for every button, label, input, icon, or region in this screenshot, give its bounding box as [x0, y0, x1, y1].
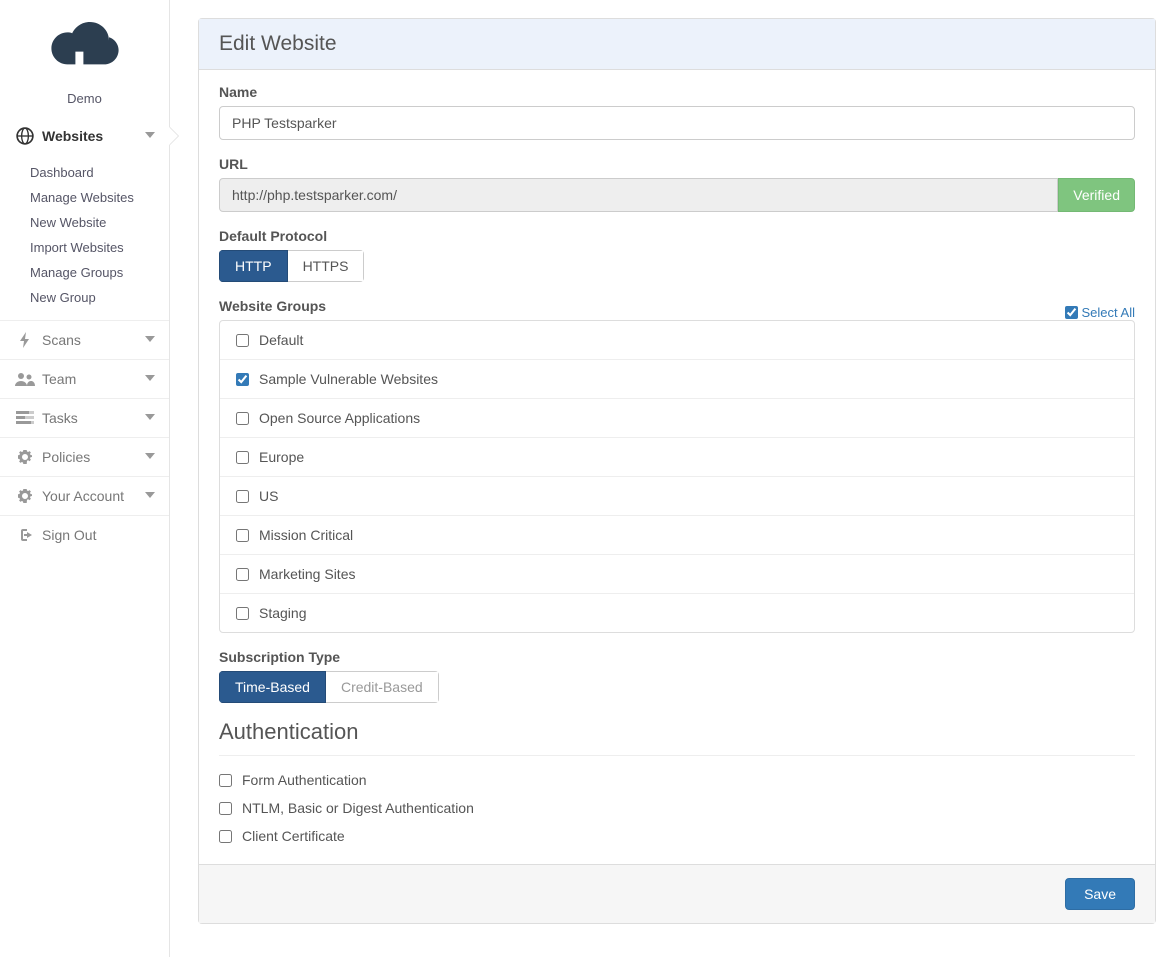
auth-checkbox[interactable]	[219, 802, 232, 815]
group-row[interactable]: Default	[220, 321, 1134, 360]
nav-label: Scans	[42, 332, 145, 348]
chevron-down-icon	[145, 372, 155, 386]
select-all-checkbox[interactable]	[1065, 306, 1078, 319]
subscription-label: Subscription Type	[219, 649, 1135, 665]
sign-out-icon	[14, 527, 36, 543]
nav-item-websites[interactable]: Websites	[0, 116, 169, 156]
group-label: Marketing Sites	[259, 566, 355, 582]
sign-out-label: Sign Out	[42, 527, 155, 543]
chevron-down-icon	[145, 489, 155, 503]
tasks-icon	[14, 411, 36, 425]
group-label: Sample Vulnerable Websites	[259, 371, 438, 387]
name-input[interactable]	[219, 106, 1135, 140]
chevron-down-icon	[145, 333, 155, 347]
group-checkbox[interactable]	[236, 451, 249, 464]
auth-option[interactable]: Form Authentication	[219, 766, 1135, 794]
auth-checkbox[interactable]	[219, 774, 232, 787]
group-checkbox[interactable]	[236, 568, 249, 581]
nav-label: Your Account	[42, 488, 145, 504]
select-all-label: Select All	[1082, 305, 1135, 320]
nav-sub-new-group[interactable]: New Group	[0, 285, 169, 310]
logo	[0, 18, 169, 91]
auth-option[interactable]: Client Certificate	[219, 822, 1135, 850]
group-checkbox[interactable]	[236, 490, 249, 503]
gear-icon	[14, 449, 36, 465]
chevron-down-icon	[145, 450, 155, 464]
verified-badge: Verified	[1058, 178, 1135, 212]
group-label: US	[259, 488, 278, 504]
group-checkbox[interactable]	[236, 412, 249, 425]
nav-item-policies[interactable]: Policies	[0, 438, 169, 476]
group-checkbox[interactable]	[236, 334, 249, 347]
users-icon	[14, 371, 36, 387]
nav-sub-manage-websites[interactable]: Manage Websites	[0, 185, 169, 210]
nav-item-scans[interactable]: Scans	[0, 321, 169, 359]
sign-out[interactable]: Sign Out	[0, 516, 169, 554]
auth-label: Form Authentication	[242, 772, 367, 788]
groups-label: Website Groups	[219, 298, 326, 314]
group-row[interactable]: Europe	[220, 438, 1134, 477]
edit-website-panel: Edit Website Name URL Verified Default P…	[198, 18, 1156, 924]
nav-sub-manage-groups[interactable]: Manage Groups	[0, 260, 169, 285]
auth-label: NTLM, Basic or Digest Authentication	[242, 800, 474, 816]
divider	[219, 755, 1135, 756]
cloud-logo-icon	[44, 18, 126, 74]
group-row[interactable]: Marketing Sites	[220, 555, 1134, 594]
save-button[interactable]: Save	[1065, 878, 1135, 910]
gear-icon	[14, 488, 36, 504]
globe-icon	[14, 127, 36, 145]
nav-item-tasks[interactable]: Tasks	[0, 399, 169, 437]
groups-list[interactable]: Default Sample Vulnerable Websites Open So…	[219, 320, 1135, 633]
page-title: Edit Website	[199, 19, 1155, 70]
chevron-down-icon	[145, 129, 155, 143]
group-checkbox[interactable]	[236, 607, 249, 620]
brand-label: Demo	[0, 91, 169, 106]
nav-sub-import-websites[interactable]: Import Websites	[0, 235, 169, 260]
group-row[interactable]: US	[220, 477, 1134, 516]
name-label: Name	[219, 84, 1135, 100]
group-row[interactable]: Open Source Applications	[220, 399, 1134, 438]
group-checkbox[interactable]	[236, 529, 249, 542]
nav-item-team[interactable]: Team	[0, 360, 169, 398]
group-label: Default	[259, 332, 303, 348]
url-label: URL	[219, 156, 1135, 172]
nav-item-your-account[interactable]: Your Account	[0, 477, 169, 515]
group-row[interactable]: Sample Vulnerable Websites	[220, 360, 1134, 399]
auth-option[interactable]: NTLM, Basic or Digest Authentication	[219, 794, 1135, 822]
auth-label: Client Certificate	[242, 828, 345, 844]
nav-label: Team	[42, 371, 145, 387]
nav-label: Policies	[42, 449, 145, 465]
subscription-time-based-button[interactable]: Time-Based	[219, 671, 326, 703]
nav-label: Websites	[42, 128, 145, 144]
select-all[interactable]: Select All	[1065, 305, 1135, 320]
auth-checkbox[interactable]	[219, 830, 232, 843]
chevron-down-icon	[145, 411, 155, 425]
nav-sub-new-website[interactable]: New Website	[0, 210, 169, 235]
url-input	[219, 178, 1058, 212]
main-content: Edit Website Name URL Verified Default P…	[170, 0, 1170, 957]
protocol-https-button[interactable]: HTTPS	[288, 250, 365, 282]
group-row[interactable]: Staging	[220, 594, 1134, 632]
group-label: Staging	[259, 605, 306, 621]
protocol-label: Default Protocol	[219, 228, 1135, 244]
auth-heading: Authentication	[219, 719, 1135, 745]
subscription-credit-based-button[interactable]: Credit-Based	[326, 671, 439, 703]
subscription-toggle: Time-BasedCredit-Based	[219, 671, 439, 703]
protocol-toggle: HTTPHTTPS	[219, 250, 364, 282]
sidebar: Demo WebsitesDashboardManage WebsitesNew…	[0, 0, 170, 957]
protocol-http-button[interactable]: HTTP	[219, 250, 288, 282]
group-label: Europe	[259, 449, 304, 465]
group-checkbox[interactable]	[236, 373, 249, 386]
nav-label: Tasks	[42, 410, 145, 426]
group-label: Open Source Applications	[259, 410, 420, 426]
nav-sub-dashboard[interactable]: Dashboard	[0, 160, 169, 185]
group-label: Mission Critical	[259, 527, 353, 543]
group-row[interactable]: Mission Critical	[220, 516, 1134, 555]
bolt-icon	[14, 332, 36, 348]
